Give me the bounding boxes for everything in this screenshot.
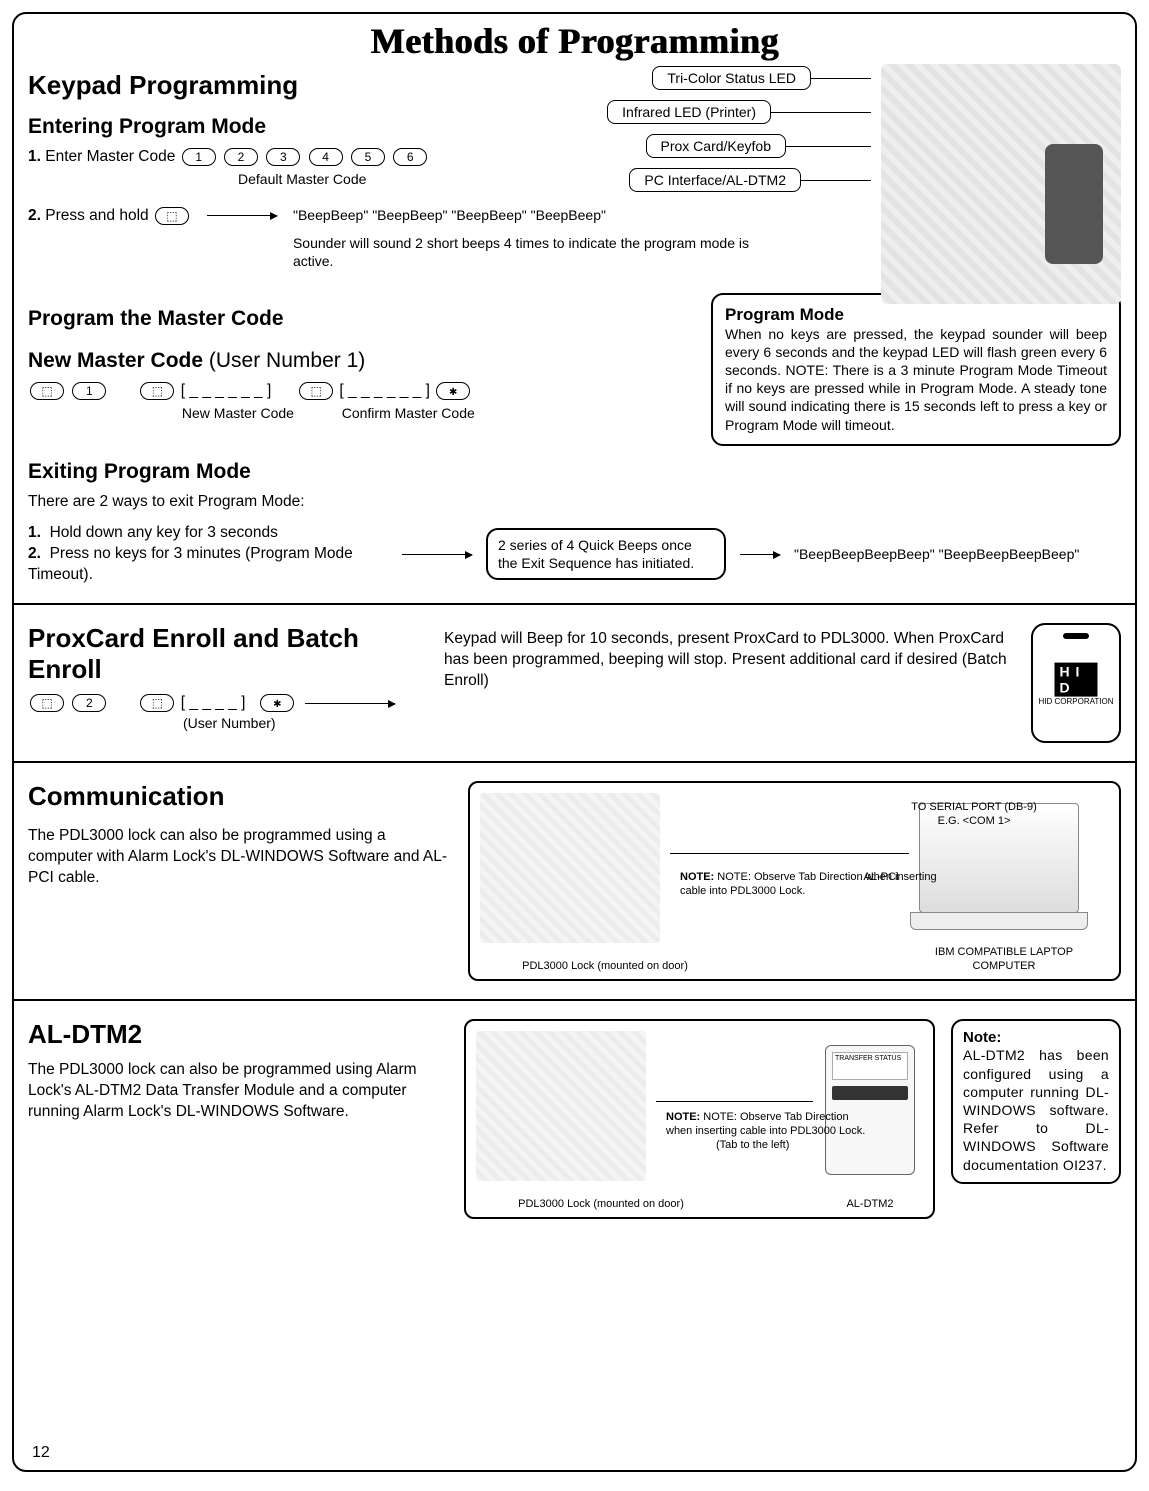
- prox-user-blanks: [ _ _ _ _ ]: [181, 694, 246, 711]
- page-title: Methods of Programming: [28, 20, 1121, 62]
- comm-note: NOTE: NOTE: Observe Tab Direction when i…: [680, 871, 940, 899]
- key-prox-3: ⬚: [140, 694, 174, 712]
- page-number: 12: [32, 1444, 50, 1462]
- key-seq-icon: ⬚: [30, 382, 64, 400]
- page-frame: Methods of Programming Tri-Color Status …: [12, 12, 1137, 1472]
- exit-2-label: 2.: [28, 545, 41, 562]
- callout-prox-card: Prox Card/Keyfob: [646, 134, 787, 158]
- prox-user-caption: (User Number): [183, 714, 428, 732]
- comm-note-text: NOTE: Observe Tab Direction when inserti…: [680, 871, 937, 897]
- step-1-text: Enter Master Code: [45, 148, 175, 165]
- key-6: 6: [393, 148, 427, 166]
- laptop-caption: IBM COMPATIBLE LAPTOP COMPUTER: [919, 946, 1089, 974]
- aldtm2-device-icon: TRANSFER STATUS: [825, 1045, 915, 1175]
- aldtm2-note-title: Note:: [963, 1029, 1109, 1046]
- aldtm2-note: NOTE: NOTE: Observe Tab Direction when i…: [666, 1111, 876, 1139]
- callout-infrared-led: Infrared LED (Printer): [607, 100, 771, 124]
- program-mode-box-title: Program Mode: [725, 305, 1107, 325]
- aldtm2-note-body: AL-DTM2 has been configured using a comp…: [963, 1046, 1109, 1173]
- beep-note: Sounder will sound 2 short beeps 4 times…: [293, 234, 753, 270]
- callout-tri-color-led: Tri-Color Status LED: [652, 66, 811, 90]
- key-asterisk: [436, 382, 470, 400]
- exit-2-text: Press no keys for 3 minutes (Program Mod…: [28, 545, 353, 583]
- hid-card-illustration: H I D HID CORPORATION: [1031, 623, 1121, 743]
- heading-program-master-code: Program the Master Code: [28, 307, 691, 331]
- lock-caption-2: PDL3000 Lock (mounted on door): [476, 1198, 726, 1212]
- heading-exiting-program-mode: Exiting Program Mode: [28, 460, 1121, 484]
- program-mode-box: Program Mode When no keys are pressed, t…: [711, 293, 1121, 446]
- exit-1-text: Hold down any key for 3 seconds: [50, 524, 278, 541]
- arrow-icon-2: [402, 554, 472, 555]
- key-prox-asterisk: [260, 694, 294, 712]
- heading-communication: Communication: [28, 781, 448, 812]
- arrow-icon-4: [305, 703, 395, 704]
- divider-2: [14, 761, 1135, 763]
- exit-intro: There are 2 ways to exit Program Mode:: [28, 492, 1121, 513]
- hid-corporation-label: HID CORPORATION: [1039, 697, 1114, 706]
- al-dtm2-body: The PDL3000 lock can also be programmed …: [28, 1060, 448, 1123]
- aldtm2-caption: AL-DTM2: [825, 1198, 915, 1212]
- lock-diagram-icon-2: [476, 1031, 646, 1181]
- exit-beeps: "BeepBeepBeepBeep" "BeepBeepBeepBeep": [794, 545, 1079, 563]
- key-seq-icon-3: ⬚: [299, 382, 333, 400]
- step-1-label: 1.: [28, 148, 41, 165]
- new-master-code-caption: New Master Code: [182, 405, 294, 421]
- heading-user-number-1: (User Number 1): [209, 349, 365, 372]
- lock-caption: PDL3000 Lock (mounted on door): [480, 960, 730, 974]
- callout-pc-interface: PC Interface/AL-DTM2: [629, 168, 801, 192]
- serial-port-label: TO SERIAL PORT (DB-9) E.G. <COM 1>: [899, 801, 1049, 829]
- confirm-master-code-blanks: [ _ _ _ _ _ _ ]: [339, 382, 429, 399]
- key-2: 2: [224, 148, 258, 166]
- key-1: 1: [182, 148, 216, 166]
- arrow-icon: [207, 215, 277, 216]
- confirm-master-code-caption: Confirm Master Code: [342, 405, 475, 421]
- beep-line: "BeepBeep" "BeepBeep" "BeepBeep" "BeepBe…: [293, 206, 753, 224]
- exit-sequence-box: 2 series of 4 Quick Beeps once the Exit …: [486, 528, 726, 580]
- key-hold-icon: ⬚: [155, 207, 189, 225]
- key-seq-1: 1: [72, 382, 106, 400]
- heading-new-master-code: New Master Code: [28, 349, 203, 372]
- key-3: 3: [266, 148, 300, 166]
- communication-body: The PDL3000 lock can also be programmed …: [28, 826, 448, 889]
- hid-logo: H I D: [1055, 663, 1098, 697]
- key-4: 4: [309, 148, 343, 166]
- exit-1-label: 1.: [28, 524, 41, 541]
- lock-illustration: [881, 64, 1121, 304]
- lock-diagram-icon: [480, 793, 660, 943]
- new-master-code-blanks: [ _ _ _ _ _ _ ]: [181, 382, 271, 399]
- divider-1: [14, 603, 1135, 605]
- program-mode-box-body: When no keys are pressed, the keypad sou…: [725, 325, 1107, 434]
- heading-proxcard-enroll: ProxCard Enroll and Batch Enroll: [28, 623, 428, 685]
- aldtm2-diagram: TRANSFER STATUS NOTE: NOTE: Observe Tab …: [464, 1019, 935, 1219]
- key-prox-1: ⬚: [30, 694, 64, 712]
- heading-al-dtm2: AL-DTM2: [28, 1019, 448, 1050]
- proxcard-body: Keypad will Beep for 10 seconds, present…: [444, 623, 1015, 692]
- divider-3: [14, 999, 1135, 1001]
- tab-left-label: (Tab to the left): [716, 1139, 789, 1153]
- key-5: 5: [351, 148, 385, 166]
- key-seq-icon-2: ⬚: [140, 382, 174, 400]
- key-prox-2: 2: [72, 694, 106, 712]
- step-2-text: Press and hold: [45, 207, 148, 224]
- aldtm2-note-box: Note: AL-DTM2 has been configured using …: [951, 1019, 1121, 1183]
- step-2-label: 2.: [28, 207, 41, 224]
- arrow-icon-3: [740, 554, 780, 555]
- communication-diagram: TO SERIAL PORT (DB-9) E.G. <COM 1> AL-PC…: [468, 781, 1121, 981]
